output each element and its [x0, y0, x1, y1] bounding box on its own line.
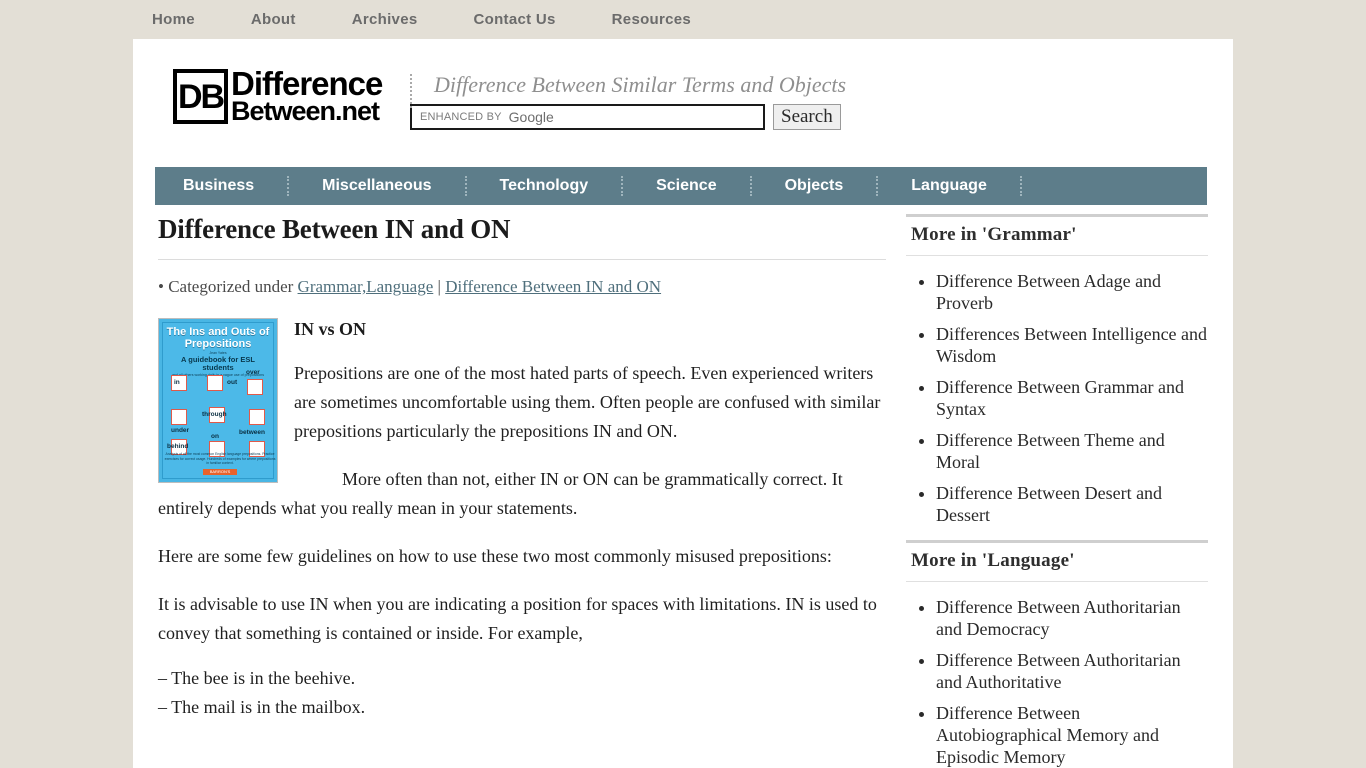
- book-box-out: [207, 375, 223, 391]
- page-title: Difference Between IN and ON: [158, 214, 886, 260]
- book-box-between: [249, 409, 265, 425]
- book-cover-badge: BARRON'S: [203, 469, 237, 475]
- article-paragraph-3: Here are some few guidelines on how to u…: [158, 546, 832, 566]
- category-links[interactable]: Grammar,Language: [298, 277, 434, 296]
- categorized-prefix: • Categorized under: [158, 277, 298, 296]
- book-label-in: in: [174, 379, 180, 386]
- catnav-item-language[interactable]: Language: [878, 176, 1022, 196]
- book-cover-title: The Ins and Outs of Prepositions: [166, 326, 270, 350]
- sidebar-link-grammar-1[interactable]: Differences Between Intelligence and Wis…: [936, 324, 1207, 366]
- site-tagline: Difference Between Similar Terms and Obj…: [434, 72, 847, 97]
- book-label-through: through: [202, 411, 227, 418]
- book-label-on: on: [211, 433, 219, 440]
- site-header: DB Difference Between.net Difference Bet…: [133, 39, 1233, 159]
- article-permalink[interactable]: Difference Between IN and ON: [445, 277, 661, 296]
- logo-monogram-icon: DB: [173, 69, 228, 125]
- catnav-item-technology[interactable]: Technology: [467, 176, 624, 196]
- list-item[interactable]: Difference Between Desert and Dessert: [936, 482, 1208, 526]
- search-placeholder-google: Google: [508, 109, 554, 125]
- catnav-item-objects[interactable]: Objects: [752, 176, 879, 196]
- book-box-under: [171, 409, 187, 425]
- catnav-item-miscellaneous[interactable]: Miscellaneous: [289, 176, 467, 196]
- book-label-over: over: [246, 369, 260, 376]
- vertical-dotted-divider: [410, 74, 412, 108]
- sidebar-link-grammar-0[interactable]: Difference Between Adage and Proverb: [936, 271, 1161, 313]
- sidebar-link-grammar-2[interactable]: Difference Between Grammar and Syntax: [936, 377, 1184, 419]
- search-input[interactable]: ENHANCED BY Google: [410, 104, 765, 130]
- header-right: Difference Between Similar Terms and Obj…: [410, 72, 846, 130]
- book-label-under: under: [171, 427, 190, 434]
- sidebar-heading-language: More in 'Language': [906, 540, 1208, 582]
- catnav-item-science[interactable]: Science: [623, 176, 752, 196]
- list-item[interactable]: Difference Between Authoritarian and Dem…: [936, 596, 1208, 640]
- article-example-1: – The bee is in the beehive.: [158, 668, 356, 688]
- sidebar-link-grammar-3[interactable]: Difference Between Theme and Moral: [936, 430, 1165, 472]
- book-label-between: between: [239, 429, 266, 436]
- top-navigation: Home About Archives Contact Us Resources: [0, 0, 1366, 39]
- sidebar-list-language: Difference Between Authoritarian and Dem…: [906, 596, 1208, 768]
- sidebar: More in 'Grammar' Difference Between Ada…: [906, 214, 1208, 768]
- breadcrumb: • Categorized under Grammar,Language | D…: [158, 277, 886, 297]
- list-item[interactable]: Difference Between Autobiographical Memo…: [936, 702, 1208, 768]
- main-column: Difference Between IN and ON • Categoriz…: [158, 214, 886, 722]
- list-item[interactable]: Difference Between Authoritarian and Aut…: [936, 649, 1208, 693]
- sidebar-link-grammar-4[interactable]: Difference Between Desert and Dessert: [936, 483, 1162, 525]
- book-cover-inner: The Ins and Outs of Prepositions Jean Ya…: [162, 322, 277, 479]
- list-item[interactable]: Difference Between Adage and Proverb: [936, 270, 1208, 314]
- logo-line-2: Between.net: [231, 96, 380, 127]
- catnav-item-business[interactable]: Business: [155, 176, 290, 196]
- article-paragraph-4: It is advisable to use IN when you are i…: [158, 594, 877, 643]
- sidebar-block-language: More in 'Language' Difference Between Au…: [906, 540, 1208, 768]
- breadcrumb-separator: |: [433, 277, 446, 296]
- list-item[interactable]: Differences Between Intelligence and Wis…: [936, 323, 1208, 367]
- search-form: ENHANCED BY Google Search: [410, 104, 846, 130]
- page-root: Home About Archives Contact Us Resources…: [0, 0, 1366, 768]
- list-item[interactable]: Difference Between Theme and Moral: [936, 429, 1208, 473]
- book-cover-footer: Analysis of all the most common English …: [164, 452, 276, 466]
- category-navigation: Business Miscellaneous Technology Scienc…: [155, 167, 1207, 205]
- logo-monogram-text: DB: [177, 77, 225, 116]
- book-label-out: out: [227, 379, 238, 386]
- topnav-item-archives[interactable]: Archives: [352, 11, 418, 28]
- book-box-over: [247, 379, 263, 395]
- topnav-item-home[interactable]: Home: [152, 11, 195, 28]
- sidebar-link-language-0[interactable]: Difference Between Authoritarian and Dem…: [936, 597, 1181, 639]
- book-cover-diagram: in out over under through between behind…: [163, 369, 277, 461]
- sidebar-list-grammar: Difference Between Adage and Proverb Dif…: [906, 270, 1208, 526]
- page-container: DB Difference Between.net Difference Bet…: [133, 39, 1233, 768]
- site-logo[interactable]: DB Difference Between.net: [173, 65, 383, 127]
- book-cover-image[interactable]: The Ins and Outs of Prepositions Jean Ya…: [158, 318, 278, 483]
- sidebar-link-language-1[interactable]: Difference Between Authoritarian and Aut…: [936, 650, 1181, 692]
- list-item[interactable]: Difference Between Grammar and Syntax: [936, 376, 1208, 420]
- topnav-item-resources[interactable]: Resources: [612, 11, 691, 28]
- topnav-item-contact-us[interactable]: Contact Us: [473, 11, 555, 28]
- topnav-item-about[interactable]: About: [251, 11, 296, 28]
- sidebar-link-language-2[interactable]: Difference Between Autobiographical Memo…: [936, 703, 1159, 767]
- logo-line-1: Difference: [231, 65, 383, 102]
- article-example-2: – The mail is in the mailbox.: [158, 697, 366, 717]
- book-label-behind: behind: [167, 443, 189, 450]
- sidebar-block-grammar: More in 'Grammar' Difference Between Ada…: [906, 214, 1208, 526]
- sidebar-heading-grammar: More in 'Grammar': [906, 214, 1208, 256]
- logo-wordmark: Difference Between.net: [231, 65, 383, 127]
- search-placeholder-enhanced: ENHANCED BY: [420, 111, 502, 123]
- search-button[interactable]: Search: [773, 104, 841, 130]
